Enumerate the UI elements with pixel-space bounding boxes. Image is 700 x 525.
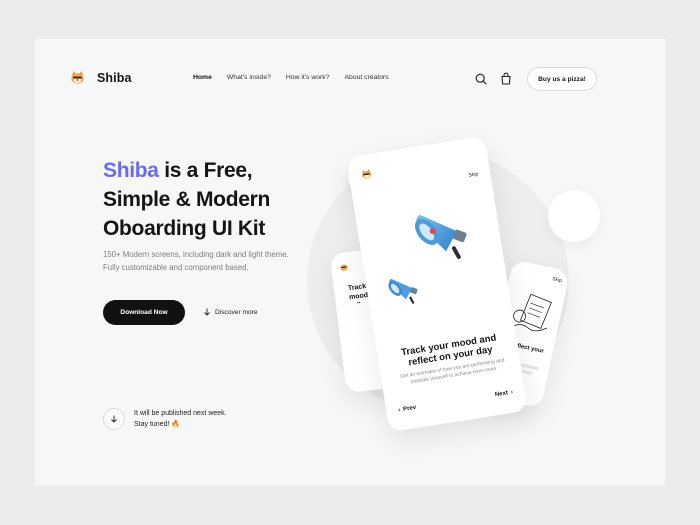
shiba-dog-icon xyxy=(71,70,84,84)
logo[interactable]: Shiba xyxy=(70,70,132,85)
main-phone-skip[interactable]: Skip xyxy=(468,171,479,178)
nav-whats-inside[interactable]: What's inside? xyxy=(227,74,271,81)
next-label: Next xyxy=(494,390,509,399)
right-phone-skip[interactable]: Skip xyxy=(552,276,563,284)
nav-home[interactable]: Home xyxy=(193,74,212,81)
nav-how-it-works[interactable]: How it's work? xyxy=(286,74,330,81)
headline-brand: Shiba xyxy=(103,159,159,182)
prev-button[interactable]: ‹ Prev xyxy=(398,405,417,414)
decorative-orb xyxy=(548,190,600,242)
discover-more-link[interactable]: Discover more xyxy=(203,308,258,316)
chevron-right-icon: › xyxy=(510,389,514,396)
notice-line-2: Stay tuned! 🔥 xyxy=(134,420,181,428)
brand-name: Shiba xyxy=(97,70,132,85)
prev-label: Prev xyxy=(402,404,417,413)
next-button[interactable]: Next › xyxy=(495,389,514,398)
publish-notice: It will be published next week. Stay tun… xyxy=(103,408,227,430)
shopping-bag-icon[interactable] xyxy=(500,72,512,85)
chevron-left-icon: ‹ xyxy=(397,407,401,414)
buy-pizza-button[interactable]: Buy us a pizza! xyxy=(527,67,597,91)
headline-line-2: Simple & Modern xyxy=(103,188,271,211)
notice-arrow-button[interactable] xyxy=(103,408,125,430)
search-icon[interactable] xyxy=(475,73,487,85)
discover-more-label: Discover more xyxy=(215,308,258,316)
arrow-down-icon xyxy=(204,308,210,316)
shiba-dog-icon xyxy=(362,169,372,179)
hero-headline: Shiba is a Free, Simple & Modern Oboardi… xyxy=(103,156,270,243)
main-nav: Home What's inside? How it's work? About… xyxy=(193,74,389,81)
notice-text: It will be published next week. Stay tun… xyxy=(134,408,227,430)
arrow-down-icon xyxy=(111,415,117,423)
headline-part-1: is a Free, xyxy=(158,159,253,182)
shiba-dog-icon xyxy=(340,264,348,271)
headline-line-3: Oboarding UI Kit xyxy=(103,217,266,240)
notice-line-1: It will be published next week. xyxy=(134,410,227,417)
hero-subtext: 150+ Modern screens, including dark and … xyxy=(103,250,289,272)
nav-about-creators[interactable]: About creators xyxy=(345,74,389,81)
download-now-button[interactable]: Download Now xyxy=(103,300,185,325)
megaphone-icon xyxy=(388,278,418,304)
